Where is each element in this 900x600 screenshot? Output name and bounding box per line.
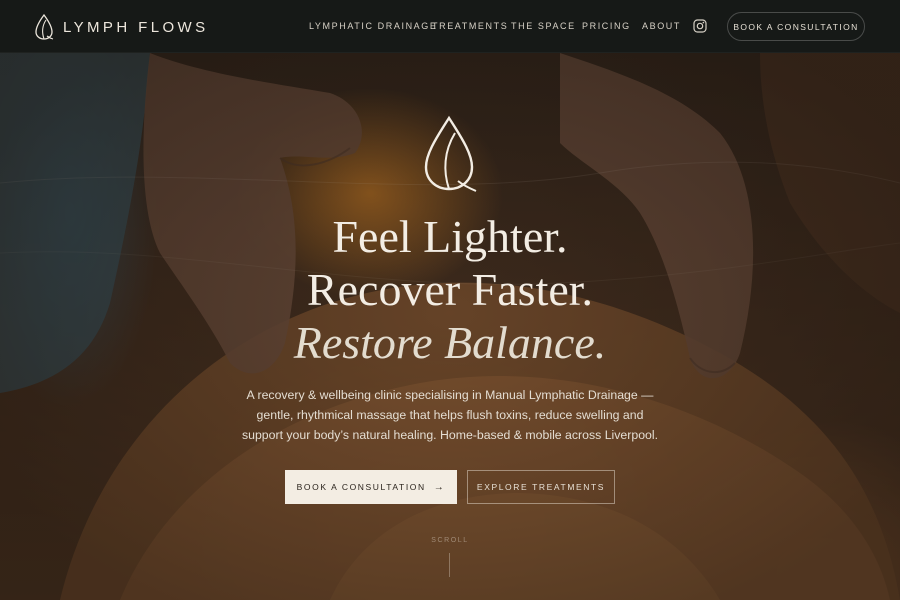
hero-content: Feel Lighter. Recover Faster. Restore Ba… <box>0 53 900 600</box>
hero-headline-line-1: Feel Lighter. <box>332 211 568 262</box>
drop-leaf-logo-icon <box>424 115 477 192</box>
nav-link-about[interactable]: ABOUT <box>642 20 681 32</box>
nav-link-treatments[interactable]: TREATMENTS <box>432 20 508 32</box>
arrow-right-icon: → <box>433 481 446 493</box>
nav-link-the-space[interactable]: THE SPACE <box>511 20 576 32</box>
scroll-indicator-line <box>449 553 450 577</box>
explore-treatments-button[interactable]: EXPLORE TREATMENTS <box>467 470 615 504</box>
book-consultation-nav-button[interactable]: BOOK A CONSULTATION <box>727 12 865 41</box>
hero-headline-line-3: Restore Balance. <box>293 317 607 368</box>
book-consultation-button[interactable]: BOOK A CONSULTATION → <box>285 470 457 504</box>
top-navigation: LYMPH FLOWS LYMPHATIC DRAINAGE TREATMENT… <box>0 0 900 53</box>
nav-link-pricing[interactable]: PRICING <box>582 20 631 32</box>
hero-headline-line-2: Recover Faster. <box>306 264 594 315</box>
hero-description-line-1: A recovery & wellbeing clinic specialisi… <box>246 388 654 402</box>
hero-section: Feel Lighter. Recover Faster. Restore Ba… <box>0 53 900 600</box>
scroll-indicator-label: SCROLL <box>431 537 469 544</box>
nav-link-lymphatic-drainage[interactable]: LYMPHATIC DRAINAGE <box>309 20 437 32</box>
hero-description: A recovery & wellbeing clinic specialisi… <box>240 385 660 445</box>
book-consultation-label: BOOK A CONSULTATION <box>296 482 426 492</box>
hero-description-line-2: gentle, rhythmical massage that helps fl… <box>256 408 644 422</box>
hero-description-line-3: support your body’s natural healing. Hom… <box>241 428 659 442</box>
instagram-icon[interactable] <box>693 19 707 33</box>
